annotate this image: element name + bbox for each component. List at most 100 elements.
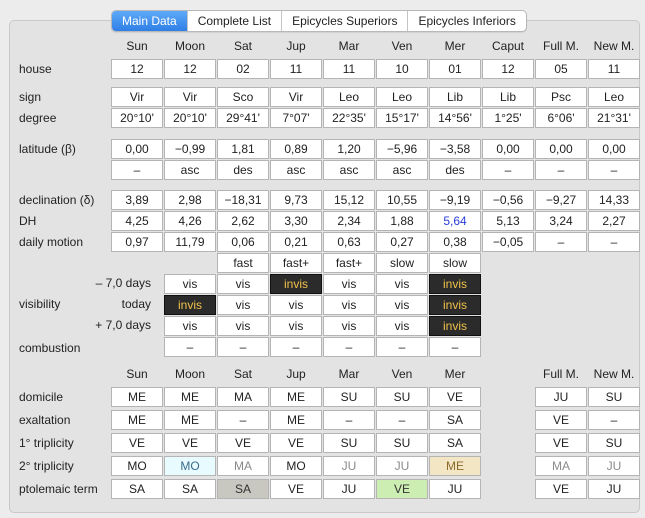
domicile-cell: MA: [217, 387, 269, 407]
exaltation-cell: ME: [270, 410, 322, 430]
declination-cell: 14,33: [588, 190, 640, 210]
dh-cell: 4,26: [164, 211, 216, 231]
daily-cell: –: [535, 232, 587, 252]
combustion-cell: –: [376, 337, 428, 357]
column-header-newm: New M.: [593, 39, 635, 53]
exaltation-cell: –: [376, 410, 428, 430]
declination-cell: −0,56: [482, 190, 534, 210]
exaltation-label: exaltation: [19, 413, 71, 427]
column-header-sat: Sat: [233, 39, 252, 53]
exaltation-cell: –: [588, 410, 640, 430]
trip1-cell: SU: [376, 433, 428, 453]
daily-cell: 0,38: [429, 232, 481, 252]
visibility-label: visibility: [19, 297, 61, 311]
visibility-plus-cell: vis: [270, 316, 322, 336]
visibility-minus-cell: vis: [164, 274, 216, 294]
column-header-sun: Sun: [126, 39, 148, 53]
visibility-today-cell: invis: [429, 295, 481, 315]
tab-epicycles-inferiors[interactable]: Epicycles Inferiors: [408, 11, 525, 31]
dignity-header-ven: Ven: [391, 367, 413, 381]
trip2-cell: MO: [270, 456, 322, 476]
visibility-minus-cell: vis: [376, 274, 428, 294]
declination-cell: 15,12: [323, 190, 375, 210]
term-cell: VE: [535, 479, 587, 499]
latdir-cell: asc: [270, 160, 322, 180]
sign-cell: Leo: [323, 87, 375, 107]
dignity-header-sun: Sun: [126, 367, 148, 381]
speed-cell: slow: [376, 253, 428, 273]
sign-cell: Sco: [217, 87, 269, 107]
latitude-cell: 0,00: [588, 139, 640, 159]
tab-bar: Main Data Complete List Epicycles Superi…: [111, 10, 527, 32]
daily-cell: 0,27: [376, 232, 428, 252]
house-cell: 10: [376, 59, 428, 79]
latdir-cell: –: [482, 160, 534, 180]
latdir-cell: –: [535, 160, 587, 180]
domicile-cell: JU: [535, 387, 587, 407]
sign-cell: Lib: [482, 87, 534, 107]
column-header-mar: Mar: [338, 39, 360, 53]
visibility-today-cell: vis: [217, 295, 269, 315]
trip2-cell: MO: [111, 456, 163, 476]
dh-cell: 2,34: [323, 211, 375, 231]
degree-cell: 20°10': [111, 108, 163, 128]
house-cell: 01: [429, 59, 481, 79]
daily-label: daily motion: [19, 235, 84, 249]
sign-cell: Leo: [588, 87, 640, 107]
visibility-today-cell: vis: [376, 295, 428, 315]
visibility-minus-cell: vis: [217, 274, 269, 294]
latdir-cell: des: [429, 160, 481, 180]
tab-main-data[interactable]: Main Data: [112, 11, 188, 31]
tab-epicycles-superiors[interactable]: Epicycles Superiors: [282, 11, 409, 31]
domicile-cell: ME: [111, 387, 163, 407]
sign-cell: Lib: [429, 87, 481, 107]
declination-cell: −9,19: [429, 190, 481, 210]
sign-cell: Psc: [535, 87, 587, 107]
visibility-minus-label: – 7,0 days: [95, 276, 151, 290]
sign-cell: Vir: [270, 87, 322, 107]
degree-cell: 21°31': [588, 108, 640, 128]
visibility-plus-label: + 7,0 days: [95, 318, 151, 332]
daily-cell: 0,06: [217, 232, 269, 252]
column-header-fullm: Full M.: [543, 39, 579, 53]
latitude-cell: 0,00: [111, 139, 163, 159]
visibility-today-cell: vis: [323, 295, 375, 315]
visibility-minus-cell: invis: [429, 274, 481, 294]
house-label: house: [19, 62, 52, 76]
visibility-minus-cell: invis: [270, 274, 322, 294]
latitude-cell: 0,00: [482, 139, 534, 159]
latitude-cell: −0,99: [164, 139, 216, 159]
term-cell: SA: [164, 479, 216, 499]
trip2-cell: MA: [535, 456, 587, 476]
dh-cell: 5,64: [429, 211, 481, 231]
trip1-label: 1° triplicity: [19, 436, 74, 450]
dh-cell: 2,27: [588, 211, 640, 231]
speed-cell: fast+: [270, 253, 322, 273]
domicile-cell: SU: [376, 387, 428, 407]
combustion-cell: –: [164, 337, 216, 357]
exaltation-cell: ME: [111, 410, 163, 430]
latitude-cell: 1,20: [323, 139, 375, 159]
latdir-cell: –: [588, 160, 640, 180]
trip1-cell: VE: [535, 433, 587, 453]
degree-cell: 15°17': [376, 108, 428, 128]
combustion-cell: –: [323, 337, 375, 357]
degree-cell: 29°41': [217, 108, 269, 128]
combustion-label: combustion: [19, 341, 81, 355]
dignity-header-mer: Mer: [444, 367, 466, 381]
visibility-plus-cell: vis: [376, 316, 428, 336]
daily-cell: −0,05: [482, 232, 534, 252]
term-cell: JU: [588, 479, 640, 499]
dh-cell: 5,13: [482, 211, 534, 231]
trip1-cell: VE: [164, 433, 216, 453]
daily-cell: –: [588, 232, 640, 252]
tab-complete-list[interactable]: Complete List: [188, 11, 283, 31]
column-header-moon: Moon: [174, 39, 206, 53]
dignity-header-jup: Jup: [286, 367, 306, 381]
house-cell: 11: [323, 59, 375, 79]
daily-cell: 0,21: [270, 232, 322, 252]
house-cell: 02: [217, 59, 269, 79]
trip1-cell: SU: [588, 433, 640, 453]
dh-cell: 4,25: [111, 211, 163, 231]
degree-label: degree: [19, 111, 57, 125]
